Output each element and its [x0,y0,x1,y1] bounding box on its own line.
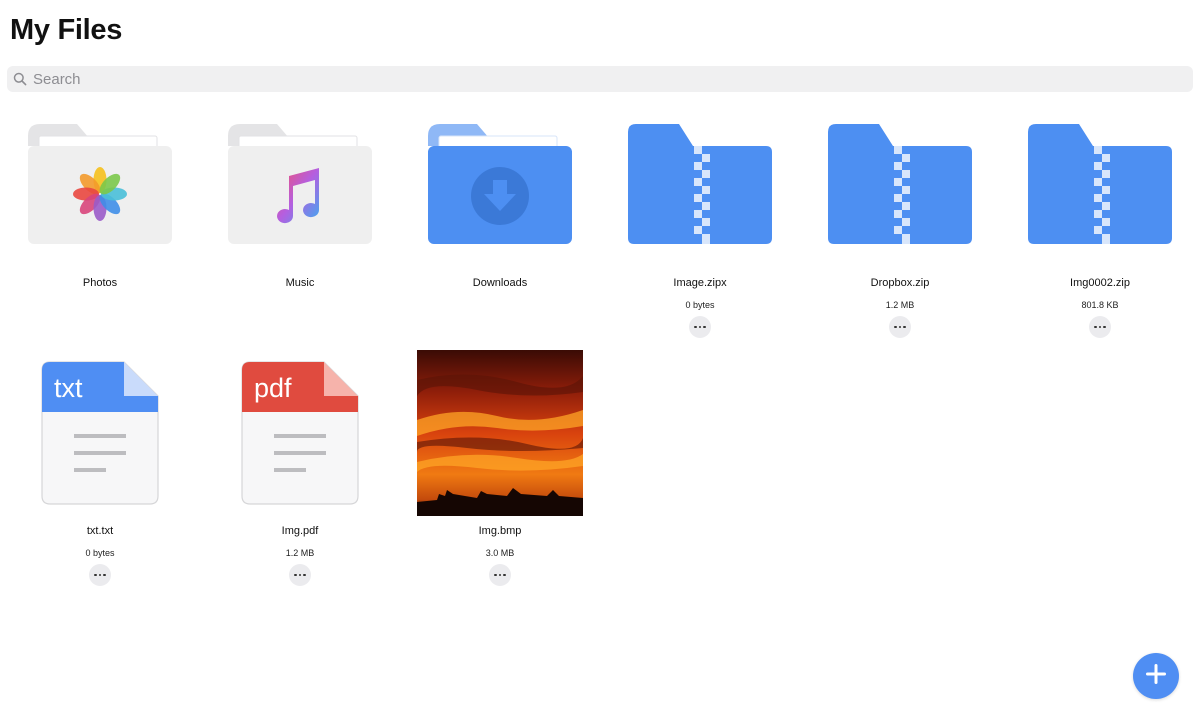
file-name: Music [285,277,315,289]
add-button[interactable] [1133,653,1179,699]
file-name: Img.bmp [478,525,522,537]
more-options-button[interactable] [289,564,311,586]
file-name: Img.pdf [281,525,319,537]
file-size: 801.8 KB [1081,300,1119,310]
zip-folder-icon[interactable] [600,124,800,246]
plus-icon [1144,662,1168,691]
more-options-button[interactable] [889,316,911,338]
file-size: 1.2 MB [285,548,315,558]
music-folder-icon[interactable] [200,124,400,246]
search-icon [7,66,33,92]
more-options-button[interactable] [89,564,111,586]
more-options-button[interactable] [689,316,711,338]
file-name: txt.txt [86,525,114,537]
photos-folder-icon[interactable] [0,124,200,246]
file-name: Image.zipx [673,277,727,289]
zip-folder-icon[interactable] [800,124,1000,246]
page-title: My Files [10,14,123,46]
search-bar[interactable] [7,66,1193,92]
file-name: Photos [82,277,118,289]
search-input[interactable] [33,67,1173,91]
file-size: 0 bytes [685,300,715,310]
file-name: Img0002.zip [1070,277,1130,289]
file-type-label: txt [54,373,83,403]
file-name: Dropbox.zip [870,277,930,289]
file-type-label: pdf [254,373,292,403]
file-size: 3.0 MB [485,548,515,558]
more-options-button[interactable] [489,564,511,586]
file-size: 1.2 MB [885,300,915,310]
file-name: Downloads [472,277,528,289]
pdf-file-icon[interactable]: pdf [200,350,400,506]
file-size: 0 bytes [85,548,115,558]
more-options-button[interactable] [1089,316,1111,338]
image-thumbnail[interactable] [400,350,600,516]
downloads-folder-icon[interactable] [400,124,600,246]
txt-file-icon[interactable]: txt [0,350,200,506]
zip-folder-icon[interactable] [1000,124,1200,246]
